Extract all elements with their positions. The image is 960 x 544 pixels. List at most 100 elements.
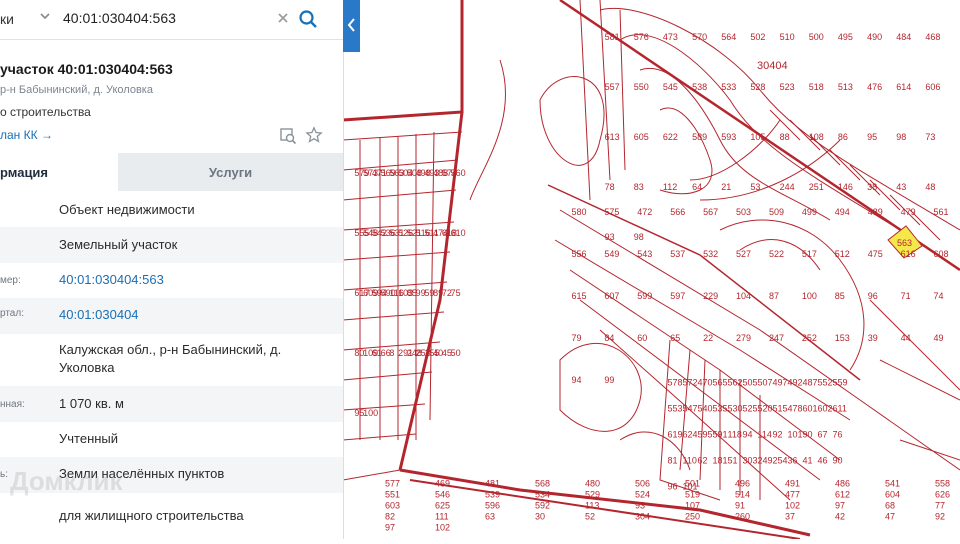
parcel-number-label: 52: [585, 512, 595, 522]
parcel-number-label: 47: [885, 512, 895, 522]
parcel-number-label: 476: [867, 82, 882, 92]
parcel-number-label: 146: [838, 182, 853, 192]
star-icon[interactable]: [305, 126, 323, 144]
parcel-number-label: 91: [735, 501, 745, 511]
watermark-logo: Домклик: [10, 466, 123, 496]
parcel-number-label: 21: [721, 182, 731, 192]
parcel-number-label: 94: [572, 375, 582, 385]
parcel-number-label: 577: [385, 479, 400, 489]
parcel-number-label: 487: [803, 378, 818, 388]
parcel-number-label: 478: [788, 404, 803, 414]
parcel-number-label: 79: [572, 333, 582, 343]
parcel-number-label: 113: [585, 501, 599, 511]
parcel-number-label: 562: [728, 378, 743, 388]
parcel-number-label: 8: [389, 348, 394, 358]
row-value: Земельный участок: [59, 237, 178, 252]
parcel-number-label: 550: [634, 82, 649, 92]
cadastral-quarter-link[interactable]: 40:01:030404: [59, 306, 334, 324]
parcel-number-label: 62: [698, 456, 708, 466]
parcel-number-label: 614: [896, 82, 911, 92]
parcel-number-label: 596: [485, 501, 500, 511]
parcel-number-label: 619: [668, 430, 683, 440]
parcel-number-label: 551: [385, 490, 400, 500]
tab-services[interactable]: Услуги: [118, 153, 343, 191]
plan-kk-link[interactable]: лан КК →: [0, 128, 53, 142]
parcel-number-label: 607: [604, 291, 619, 301]
parcel-number-label: 612: [835, 490, 850, 500]
parcel-number-label: 512: [835, 249, 850, 259]
locate-on-map-icon[interactable]: [279, 127, 297, 145]
parcel-number-label: 244: [780, 182, 795, 192]
parcel-number-label: 249: [758, 456, 773, 466]
row-value: 1 070 кв. м: [59, 396, 124, 411]
parcel-number-label: 509: [769, 207, 784, 217]
parcel-number-label: 472: [637, 207, 652, 217]
parcel-number-label: 22: [703, 333, 713, 343]
chevron-down-icon[interactable]: [38, 9, 52, 23]
parcel-number-label: 470: [698, 378, 713, 388]
table-row: Объект недвижимости: [0, 191, 343, 227]
row-label: ртал:: [0, 308, 24, 319]
parcel-number-label: 547: [683, 404, 698, 414]
parcel-number-label: 88: [780, 132, 790, 142]
parcel-number-label: 604: [885, 490, 900, 500]
collapse-panel-button[interactable]: [343, 0, 360, 52]
parcel-number-label: 625: [435, 501, 450, 511]
row-value: Объект недвижимости: [59, 202, 195, 217]
parcel-number-label: 49: [934, 333, 944, 343]
search-icon[interactable]: [298, 9, 318, 29]
table-row: Земельный участок: [0, 227, 343, 263]
parcel-number-label: 503: [736, 207, 751, 217]
parcel-number-label: 575: [604, 207, 619, 217]
parcel-number-label: 41: [803, 456, 813, 466]
parcel-number-label: 111: [435, 512, 449, 522]
parcel-number-label: 36: [788, 456, 798, 466]
parcel-number-label: 497: [773, 378, 788, 388]
parcel-number-label: 523: [780, 82, 795, 92]
parcel-number-label: 101: [683, 482, 698, 492]
parcel-number-label: 592: [535, 501, 550, 511]
parcel-number-label: 94: [743, 430, 753, 440]
parcel-number-label: 567: [703, 207, 718, 217]
parcel-number-label: 98: [896, 132, 906, 142]
parcel-number-label: 564: [721, 32, 736, 42]
parcel-number-label: 85: [835, 291, 845, 301]
parcel-number-label: 561: [934, 207, 949, 217]
parcel-number-label: 38: [867, 182, 877, 192]
parcel-number-label: 566: [670, 207, 685, 217]
parcel-number-label: 118: [728, 430, 742, 440]
cadastral-number-link[interactable]: 40:01:030404:563: [59, 271, 334, 289]
parcel-number-label: 250: [685, 512, 700, 522]
parcel-number-label: 82: [385, 512, 395, 522]
parcel-number-label: 48: [925, 182, 935, 192]
parcel-number-label: 44: [901, 333, 911, 343]
parcel-number-label: 99: [604, 375, 614, 385]
parcel-number-label: 552: [818, 378, 833, 388]
search-input[interactable]: 40:01:030404:563: [63, 10, 176, 26]
parcel-number-label: 603: [385, 501, 400, 511]
parcel-number-label: 84: [604, 333, 614, 343]
parcel-number-label: 541: [885, 479, 900, 489]
parcel-number-label: 556: [572, 249, 587, 259]
table-row: Учтенный: [0, 422, 343, 457]
parcel-number-label: 513: [838, 82, 853, 92]
parcel-number-label: 100: [363, 408, 378, 418]
parcel-number-label: 565: [713, 378, 728, 388]
tab-services-label: Услуги: [208, 165, 253, 180]
search-category[interactable]: ки: [0, 11, 14, 27]
tab-information[interactable]: рмация: [0, 153, 118, 191]
chevron-left-icon: [347, 18, 355, 32]
parcel-number-label: 92: [773, 430, 783, 440]
parcel-number-label: 522: [769, 249, 784, 259]
parcel-number-label: 528: [750, 82, 765, 92]
parcel-number-label: 153: [835, 333, 850, 343]
parcel-number-label: 181: [713, 456, 728, 466]
parcel-number-label: 74: [934, 291, 944, 301]
parcel-number-label: 491: [785, 479, 800, 489]
parcel-number-label: 615: [572, 291, 587, 301]
parcel-number-label: 602: [818, 404, 833, 414]
parcel-number-label: 580: [572, 207, 587, 217]
close-icon[interactable]: [275, 10, 291, 26]
parcel-number-label: 304: [635, 512, 650, 522]
parcel-number-label: 97: [385, 523, 395, 533]
